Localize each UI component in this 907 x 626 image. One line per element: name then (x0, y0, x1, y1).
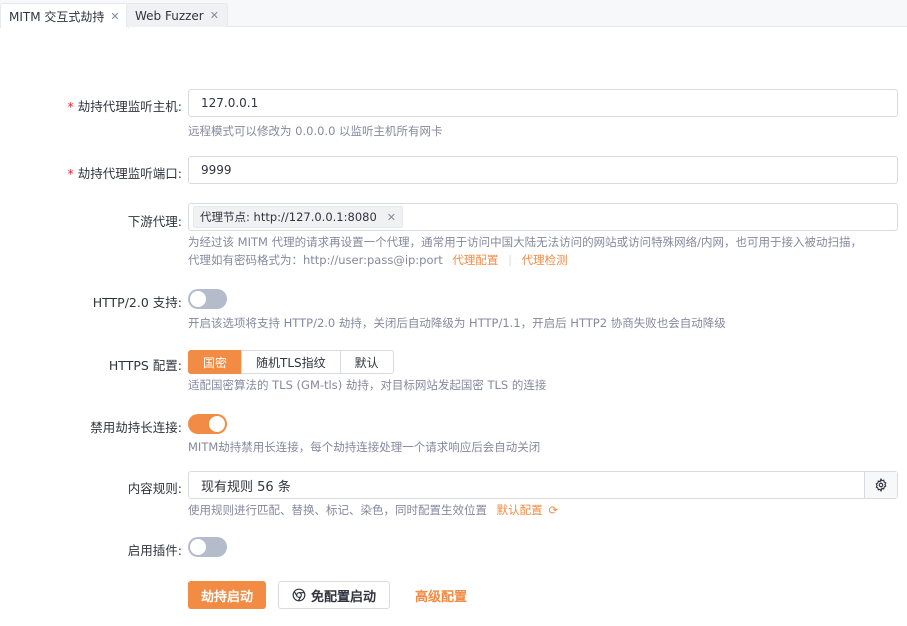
https-help: 适配国密算法的 TLS (GM-tls) 劫持，对目标网站发起国密 TLS 的连… (188, 378, 547, 392)
tag-close-icon[interactable]: ✕ (387, 211, 396, 224)
tab-label: Web Fuzzer (135, 8, 204, 23)
tab-bar: MITM 交互式劫持 ✕ Web Fuzzer ✕ (0, 0, 907, 28)
https-option-default[interactable]: 默认 (339, 350, 394, 374)
divider: | (508, 253, 512, 267)
host-help: 远程模式可以修改为 0.0.0.0 以监听主机所有网卡 (188, 124, 443, 138)
rules-help: 使用规则进行匹配、替换、标记、染色，同时配置生效位置 默认配置 ⟳ (188, 503, 558, 517)
tab-web-fuzzer[interactable]: Web Fuzzer ✕ (126, 3, 228, 27)
rules-label: 内容规则: (127, 481, 182, 496)
downstream-help-line1: 为经过该 MITM 代理的请求再设置一个代理，通常用于访问中国大陆无法访问的网站… (188, 235, 862, 249)
rules-settings-button[interactable] (864, 472, 897, 498)
default-config-link[interactable]: 默认配置 (497, 503, 543, 517)
host-label: * 劫持代理监听主机: (67, 99, 182, 114)
plugins-label: 启用插件: (127, 543, 182, 558)
no-config-start-button[interactable]: 免配置启动 (278, 581, 391, 609)
keepalive-help: MITM劫持禁用长连接，每个劫持连接处理一个请求响应后会自动关闭 (188, 440, 541, 454)
port-label: * 劫持代理监听端口: (67, 166, 182, 181)
switch-knob (190, 291, 206, 307)
proxy-tag-label: 代理节点: http://127.0.0.1:8080 (200, 210, 377, 224)
start-hijack-button[interactable]: 劫持启动 (188, 581, 267, 609)
downstream-select[interactable]: 代理节点: http://127.0.0.1:8080 ✕ (188, 203, 898, 231)
chrome-icon (292, 588, 306, 602)
advanced-config-button[interactable]: 高级配置 (415, 581, 467, 609)
port-input[interactable]: 9999 (188, 156, 898, 184)
switch-knob (209, 416, 225, 432)
no-config-start-label: 免配置启动 (311, 589, 377, 605)
rules-count-text: 现有规则 56 条 (201, 479, 291, 495)
https-label: HTTPS 配置: (108, 358, 182, 373)
host-input[interactable]: 127.0.0.1 (188, 89, 898, 117)
close-icon[interactable]: ✕ (110, 10, 119, 23)
downstream-label: 下游代理: (127, 214, 182, 229)
http2-switch[interactable] (188, 289, 227, 309)
gear-icon (875, 478, 887, 492)
http2-help: 开启该选项将支持 HTTP/2.0 劫持，关闭后自动降级为 HTTP/1.1，开… (188, 316, 726, 330)
rules-input[interactable]: 现有规则 56 条 (188, 471, 898, 499)
keepalive-label: 禁用劫持长连接: (90, 420, 182, 435)
tab-label: MITM 交互式劫持 (9, 9, 105, 24)
https-radio-group: 国密 随机TLS指纹 默认 (188, 350, 394, 374)
https-option-random-tls[interactable]: 随机TLS指纹 (241, 350, 341, 374)
required-mark: * (67, 166, 74, 181)
proxy-check-link[interactable]: 代理检测 (522, 253, 568, 267)
downstream-help-line2: 代理如有密码格式为：http://user:pass@ip:port 代理配置 … (188, 253, 568, 267)
plugins-switch[interactable] (188, 537, 227, 557)
http2-label: HTTP/2.0 支持: (92, 295, 182, 310)
switch-knob (190, 539, 206, 555)
close-icon[interactable]: ✕ (210, 9, 219, 22)
proxy-tag: 代理节点: http://127.0.0.1:8080 ✕ (193, 206, 403, 228)
https-option-gm[interactable]: 国密 (188, 350, 243, 374)
refresh-icon[interactable]: ⟳ (548, 503, 558, 517)
tab-mitm[interactable]: MITM 交互式劫持 ✕ (0, 3, 129, 28)
required-mark: * (67, 99, 74, 114)
keepalive-switch[interactable] (188, 414, 227, 434)
proxy-config-link[interactable]: 代理配置 (452, 253, 498, 267)
